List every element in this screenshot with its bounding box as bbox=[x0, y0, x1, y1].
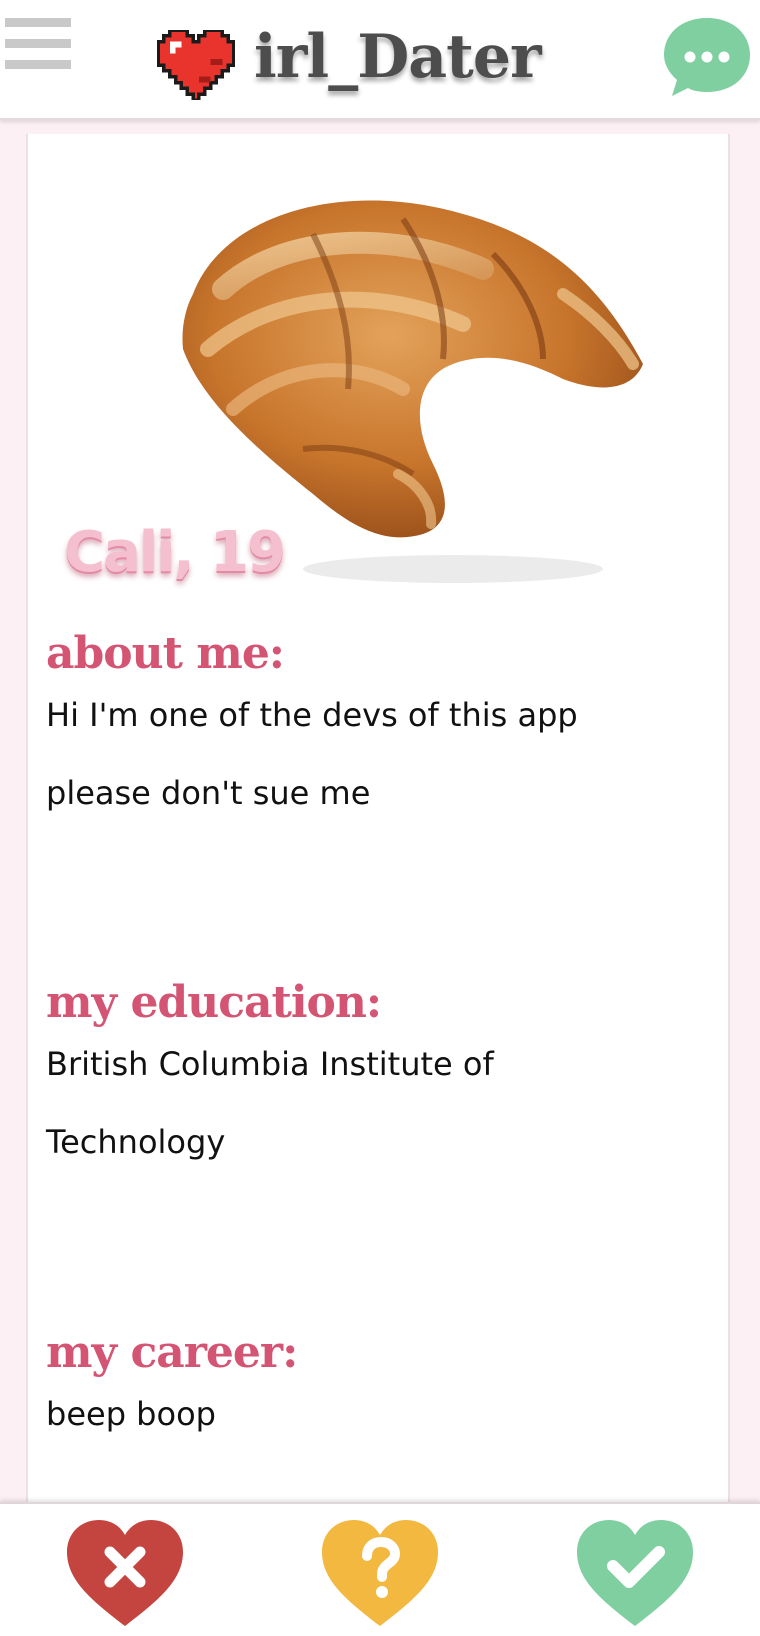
about-me-text: Hi I'm one of the devs of this app pleas… bbox=[46, 696, 578, 812]
accept-button[interactable] bbox=[573, 1516, 697, 1632]
maybe-button[interactable] bbox=[318, 1516, 442, 1632]
question-heart-icon bbox=[322, 1520, 438, 1626]
about-me-heading: about me: bbox=[46, 628, 285, 679]
hamburger-menu-icon[interactable] bbox=[5, 18, 71, 70]
action-bar bbox=[0, 1502, 760, 1636]
profile-name-age: Cali, 19 bbox=[64, 520, 286, 585]
pixel-heart-icon bbox=[157, 30, 235, 100]
chat-bubble-icon[interactable] bbox=[662, 14, 752, 100]
education-heading: my education: bbox=[46, 977, 382, 1028]
app-header: irl_Dater bbox=[0, 0, 760, 120]
career-text: beep boop bbox=[46, 1395, 216, 1433]
career-heading: my career: bbox=[46, 1327, 298, 1378]
profile-card: Cali, 19 about me: Hi I'm one of the dev… bbox=[26, 134, 730, 1514]
reject-button[interactable] bbox=[63, 1516, 187, 1632]
x-heart-icon bbox=[67, 1520, 183, 1626]
education-text: British Columbia Institute of Technology bbox=[46, 1045, 494, 1161]
app-title: irl_Dater bbox=[254, 22, 542, 92]
check-heart-icon bbox=[577, 1520, 693, 1626]
